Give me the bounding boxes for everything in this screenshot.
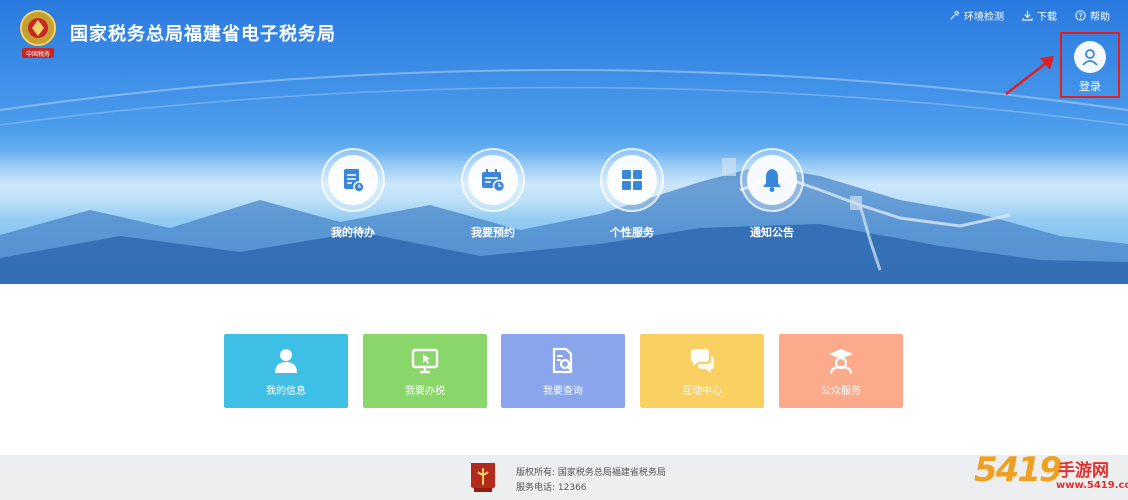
annotation-arrow: [1005, 56, 1054, 95]
login-label: 登录: [1079, 80, 1101, 93]
copyright-text: 版权所有: 国家税务总局福建省税务局: [516, 468, 666, 478]
quick-personal-service[interactable]: 个性服务: [598, 148, 666, 240]
download-link[interactable]: 下载: [1022, 8, 1057, 23]
monitor-cursor-icon: [411, 348, 439, 373]
footer-info: 版权所有: 国家税务总局福建省税务局 服务电话: 12366: [516, 466, 666, 496]
quick-appointment-label: 我要预约: [471, 226, 515, 239]
service-card-interaction[interactable]: 互动中心: [640, 334, 764, 408]
help-link[interactable]: 帮助: [1075, 8, 1110, 23]
tax-emblem-logo: 中国税务: [20, 10, 56, 58]
user-icon: [275, 348, 297, 373]
top-links: 环境检测 下载 帮助: [949, 8, 1110, 23]
watermark-url: www.5419.com.cn: [1056, 480, 1128, 491]
watermark-text: 手游网: [1058, 461, 1109, 481]
site-title: 国家税务总局福建省电子税务局: [70, 24, 336, 45]
logo-caption: 中国税务: [26, 50, 50, 58]
quick-my-todo[interactable]: 我的待办: [319, 148, 387, 240]
service-card-label: 互动中心: [682, 385, 722, 397]
service-card-label: 公众服务: [821, 385, 861, 397]
service-card-label: 我要办税: [405, 385, 445, 397]
chat-bubbles-icon: [691, 348, 714, 373]
grid-apps-icon: [622, 170, 642, 190]
quick-appointment[interactable]: 我要预约: [459, 148, 527, 240]
service-card-label: 我要查询: [543, 385, 583, 397]
service-card-label: 我的信息: [266, 385, 306, 397]
document-search-icon: [552, 347, 573, 373]
watermark-digits: 5419: [974, 450, 1063, 490]
quick-notice[interactable]: 通知公告: [738, 148, 806, 240]
download-label: 下载: [1037, 12, 1057, 23]
service-card-query[interactable]: 我要查询: [501, 334, 625, 408]
quick-notice-label: 通知公告: [750, 226, 794, 239]
service-card-tax-filing[interactable]: 我要办税: [363, 334, 487, 408]
tool-icon: [950, 10, 960, 20]
environment-check-link[interactable]: 环境检测: [949, 8, 1004, 23]
login-button[interactable]: 登录: [1060, 32, 1120, 98]
help-label: 帮助: [1090, 12, 1110, 23]
hero-banner: 中国税务 国家税务总局福建省电子税务局 环境检测 下载 帮助 登录 我的待办 我…: [0, 0, 1128, 284]
download-icon: [1022, 10, 1033, 21]
footer-emblem-icon: [471, 463, 495, 492]
bell-icon: [763, 169, 781, 192]
service-card-my-info[interactable]: 我的信息: [224, 334, 348, 408]
graduate-icon: [829, 348, 853, 374]
site-watermark: 5419 手游网 www.5419.com.cn: [968, 450, 1128, 500]
calendar-clock-icon: [482, 169, 506, 193]
quick-my-todo-label: 我的待办: [331, 226, 375, 239]
user-avatar-icon: [1074, 41, 1106, 73]
footer: 版权所有: 国家税务总局福建省税务局 服务电话: 12366: [0, 455, 1128, 500]
help-icon: [1075, 10, 1086, 21]
tax-portal-page: 中国税务 国家税务总局福建省电子税务局 环境检测 下载 帮助 登录 我的待办 我…: [0, 0, 1128, 500]
quick-personal-service-label: 个性服务: [610, 226, 654, 239]
service-card-public-service[interactable]: 公众服务: [779, 334, 903, 408]
service-phone-text: 服务电话: 12366: [516, 483, 587, 493]
todo-document-icon: [344, 169, 365, 193]
environment-check-label: 环境检测: [964, 12, 1004, 23]
